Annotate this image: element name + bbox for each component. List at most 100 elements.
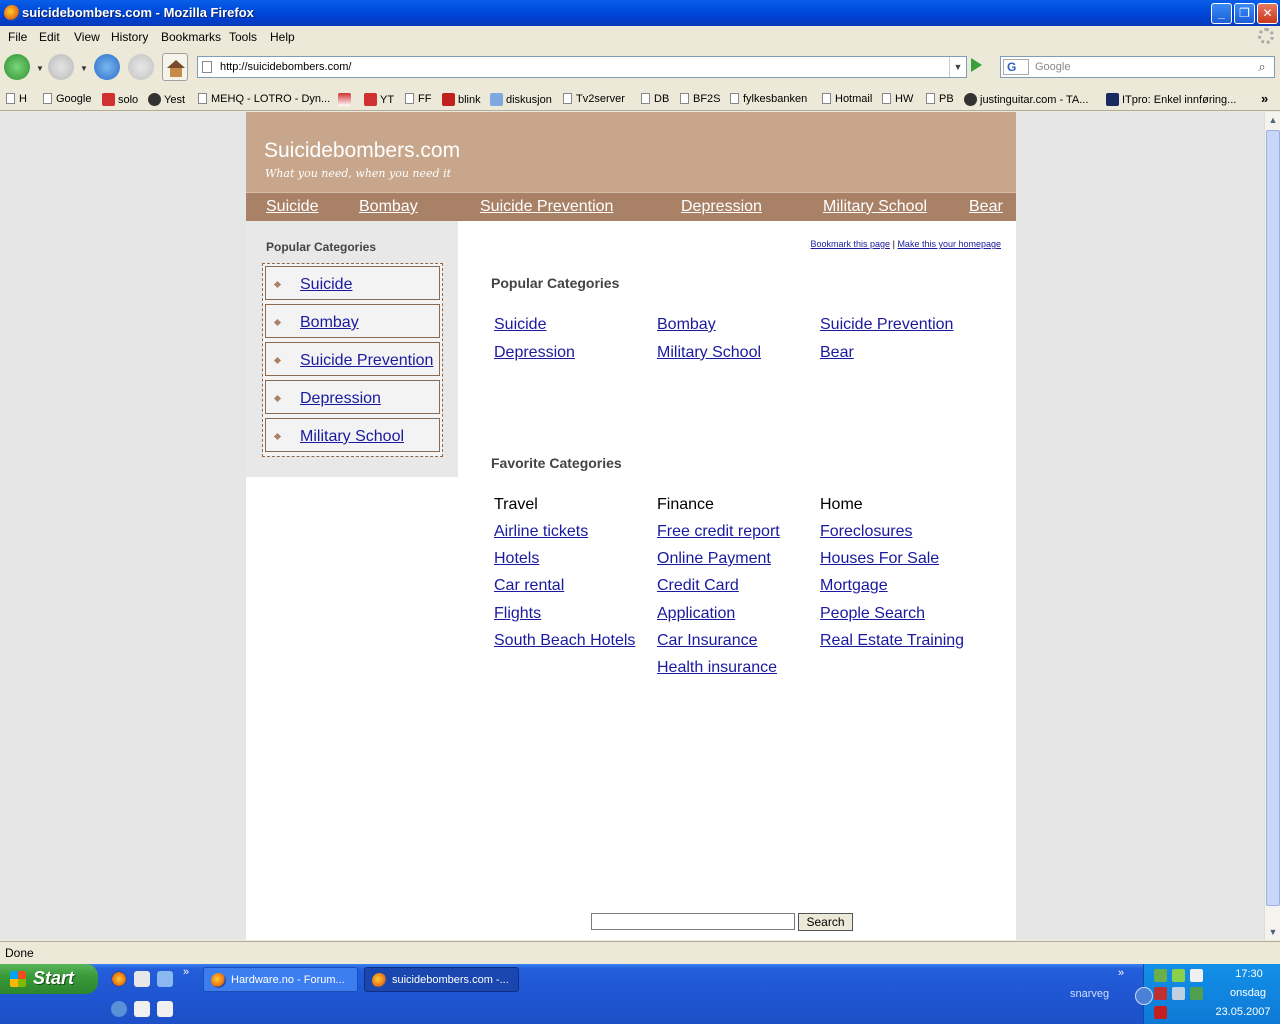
menu-tools[interactable]: Tools	[229, 30, 257, 44]
favorite-link[interactable]: Hotels	[494, 550, 539, 568]
nav-link-depression[interactable]: Depression	[681, 198, 762, 216]
favorite-link[interactable]: South Beach Hotels	[494, 632, 635, 650]
bookmark-item[interactable]: diskusjon	[490, 93, 552, 106]
taskbar-button[interactable]: Hardware.no - Forum...	[203, 967, 358, 992]
forward-icon[interactable]	[48, 54, 74, 80]
bookmark-item[interactable]: Yest	[148, 93, 185, 106]
sidebar-link-depression[interactable]: Depression	[300, 390, 381, 408]
quicklaunch-overflow-icon[interactable]: »	[183, 966, 189, 978]
close-button[interactable]: ✕	[1257, 3, 1278, 24]
bookmark-item[interactable]	[338, 93, 354, 106]
tray-icon[interactable]	[1190, 969, 1203, 982]
home-icon[interactable]	[162, 53, 188, 81]
vertical-scrollbar[interactable]: ▲ ▼	[1264, 112, 1280, 940]
menu-bookmarks[interactable]: Bookmarks	[161, 30, 221, 44]
bookmark-item[interactable]: Hotmail	[822, 93, 872, 105]
forward-dropdown-icon[interactable]: ▼	[80, 64, 88, 73]
menu-view[interactable]: View	[74, 30, 100, 44]
favorite-link[interactable]: Airline tickets	[494, 523, 588, 541]
bookmark-item[interactable]: Google	[43, 93, 91, 105]
favorite-link[interactable]: Health insurance	[657, 659, 777, 677]
bookmark-item[interactable]: DB	[641, 93, 669, 105]
favorite-link[interactable]: Houses For Sale	[820, 550, 939, 568]
taskbar-button-active[interactable]: suicidebombers.com -...	[364, 967, 519, 992]
popular-link-suicide[interactable]: Suicide	[494, 316, 546, 334]
make-homepage-link[interactable]: Make this your homepage	[897, 239, 1001, 249]
favorite-link[interactable]: Free credit report	[657, 523, 780, 541]
bookmark-item[interactable]: MEHQ - LOTRO - Dyn...	[198, 93, 330, 105]
minimize-button[interactable]: _	[1211, 3, 1232, 24]
popular-link-bear[interactable]: Bear	[820, 344, 854, 362]
bookmarks-overflow-icon[interactable]: »	[1261, 91, 1268, 106]
bookmark-item[interactable]: FF	[405, 93, 431, 105]
site-search-button[interactable]: Search	[798, 913, 853, 931]
popular-link-suicide-prevention[interactable]: Suicide Prevention	[820, 316, 953, 334]
maximize-button[interactable]: ❐	[1234, 3, 1255, 24]
app-quicklaunch-icon[interactable]	[111, 1001, 127, 1017]
web-search-box[interactable]: G Google ⌕	[1000, 56, 1275, 78]
favorite-link[interactable]: Credit Card	[657, 577, 739, 595]
url-dropdown-icon[interactable]: ▼	[949, 57, 966, 77]
bookmark-item[interactable]: blink	[442, 93, 481, 106]
tray-icon[interactable]	[1172, 987, 1185, 1000]
nav-link-suicide-prevention[interactable]: Suicide Prevention	[480, 198, 613, 216]
scroll-down-icon[interactable]: ▼	[1265, 924, 1280, 940]
start-button[interactable]: Start	[0, 964, 98, 994]
go-button[interactable]	[971, 58, 982, 72]
bookmark-item[interactable]: fylkesbanken	[730, 93, 807, 105]
app-quicklaunch-icon[interactable]	[157, 971, 173, 987]
scrollbar-thumb[interactable]	[1266, 130, 1280, 906]
bookmark-item[interactable]: justinguitar.com - TA...	[964, 93, 1088, 106]
menu-help[interactable]: Help	[270, 30, 295, 44]
nav-link-suicide[interactable]: Suicide	[266, 198, 318, 216]
tray-icon[interactable]	[1190, 987, 1203, 1000]
bookmark-item[interactable]: H	[6, 93, 27, 105]
sidebar-link-suicide[interactable]: Suicide	[300, 276, 352, 294]
back-icon[interactable]	[4, 54, 30, 80]
menu-history[interactable]: History	[111, 30, 148, 44]
menu-file[interactable]: File	[8, 30, 27, 44]
favorite-link[interactable]: Car rental	[494, 577, 564, 595]
bookmark-item[interactable]: solo	[102, 93, 138, 106]
stop-icon[interactable]	[128, 54, 154, 80]
clock-time[interactable]: 17:30	[1224, 968, 1274, 980]
favorite-link[interactable]: Online Payment	[657, 550, 771, 568]
favorite-link[interactable]: Application	[657, 605, 735, 623]
bookmark-item[interactable]: PB	[926, 93, 954, 105]
favorite-link[interactable]: Mortgage	[820, 577, 888, 595]
favorite-link[interactable]: Foreclosures	[820, 523, 912, 541]
app-quicklaunch-icon[interactable]	[157, 1001, 173, 1017]
popular-link-depression[interactable]: Depression	[494, 344, 575, 362]
tray-collapse-icon[interactable]	[1135, 987, 1153, 1005]
site-search-input[interactable]	[591, 913, 795, 930]
url-bar[interactable]: http://suicidebombers.com/ ▼	[197, 56, 967, 78]
antivirus-icon[interactable]	[1154, 1006, 1167, 1019]
bookmark-item[interactable]: BF2S	[680, 93, 721, 105]
tray-icon[interactable]	[1154, 969, 1167, 982]
favorite-link[interactable]: Flights	[494, 605, 541, 623]
reload-icon[interactable]	[94, 54, 120, 80]
sidebar-link-military-school[interactable]: Military School	[300, 428, 404, 446]
scroll-up-icon[interactable]: ▲	[1265, 112, 1280, 128]
tray-icon[interactable]	[1172, 969, 1185, 982]
favorite-link[interactable]: People Search	[820, 605, 925, 623]
sidebar-link-suicide-prevention[interactable]: Suicide Prevention	[300, 352, 433, 370]
popular-link-military-school[interactable]: Military School	[657, 344, 761, 362]
bookmark-item[interactable]: HW	[882, 93, 913, 105]
bookmark-page-link[interactable]: Bookmark this page	[811, 239, 891, 249]
menu-edit[interactable]: Edit	[39, 30, 60, 44]
app-quicklaunch-icon[interactable]	[134, 971, 150, 987]
tray-icon[interactable]	[1154, 987, 1167, 1000]
favorite-link[interactable]: Real Estate Training	[820, 632, 964, 650]
nav-link-bear[interactable]: Bear	[969, 198, 1003, 216]
nav-link-bombay[interactable]: Bombay	[359, 198, 418, 216]
search-icon[interactable]: ⌕	[1252, 58, 1272, 76]
popular-link-bombay[interactable]: Bombay	[657, 316, 716, 334]
firefox-quicklaunch-icon[interactable]	[111, 971, 127, 987]
nav-link-military-school[interactable]: Military School	[823, 198, 927, 216]
favorite-link[interactable]: Car Insurance	[657, 632, 758, 650]
bookmark-item[interactable]: YT	[364, 93, 394, 106]
back-dropdown-icon[interactable]: ▼	[36, 64, 44, 73]
sidebar-link-bombay[interactable]: Bombay	[300, 314, 359, 332]
app-quicklaunch-icon[interactable]	[134, 1001, 150, 1017]
